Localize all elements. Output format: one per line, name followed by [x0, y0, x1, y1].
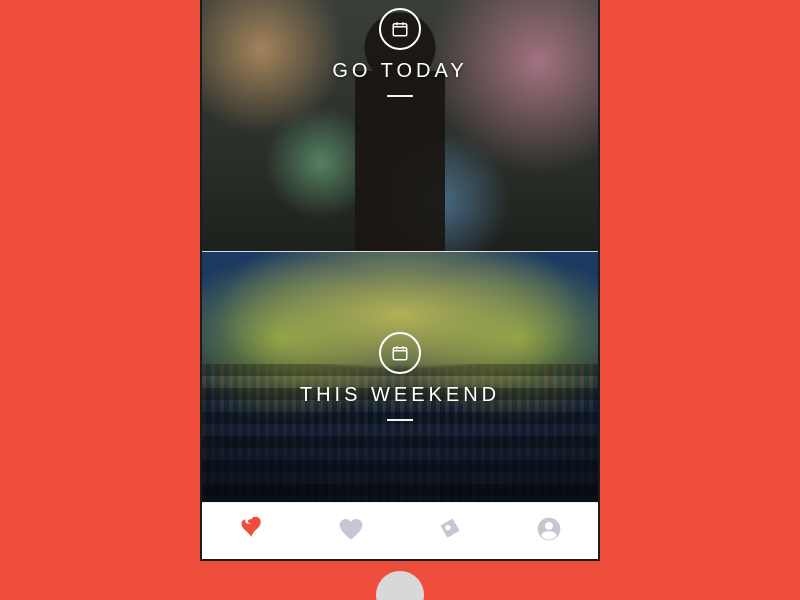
discover-cards: GO TODAY THIS WEEKEND	[202, 0, 598, 502]
calendar-icon	[379, 8, 421, 50]
ticket-icon	[436, 515, 464, 548]
tab-bar	[202, 502, 598, 559]
card-this-weekend[interactable]: THIS WEEKEND	[202, 251, 598, 503]
card-go-today[interactable]: GO TODAY	[202, 0, 598, 251]
card-title: THIS WEEKEND	[300, 384, 500, 407]
pagination-dot	[376, 571, 424, 600]
user-icon	[535, 515, 563, 548]
phone-frame: GO TODAY THIS WEEKEND	[200, 0, 600, 561]
card-title: GO TODAY	[332, 60, 467, 83]
heart-icon	[337, 515, 365, 548]
tab-tickets[interactable]	[430, 511, 470, 551]
calendar-icon	[379, 332, 421, 374]
tab-profile[interactable]	[529, 511, 569, 551]
tab-home[interactable]	[232, 511, 272, 551]
logo-icon	[238, 515, 266, 548]
divider	[387, 95, 413, 97]
tab-favorites[interactable]	[331, 511, 371, 551]
divider	[387, 419, 413, 421]
